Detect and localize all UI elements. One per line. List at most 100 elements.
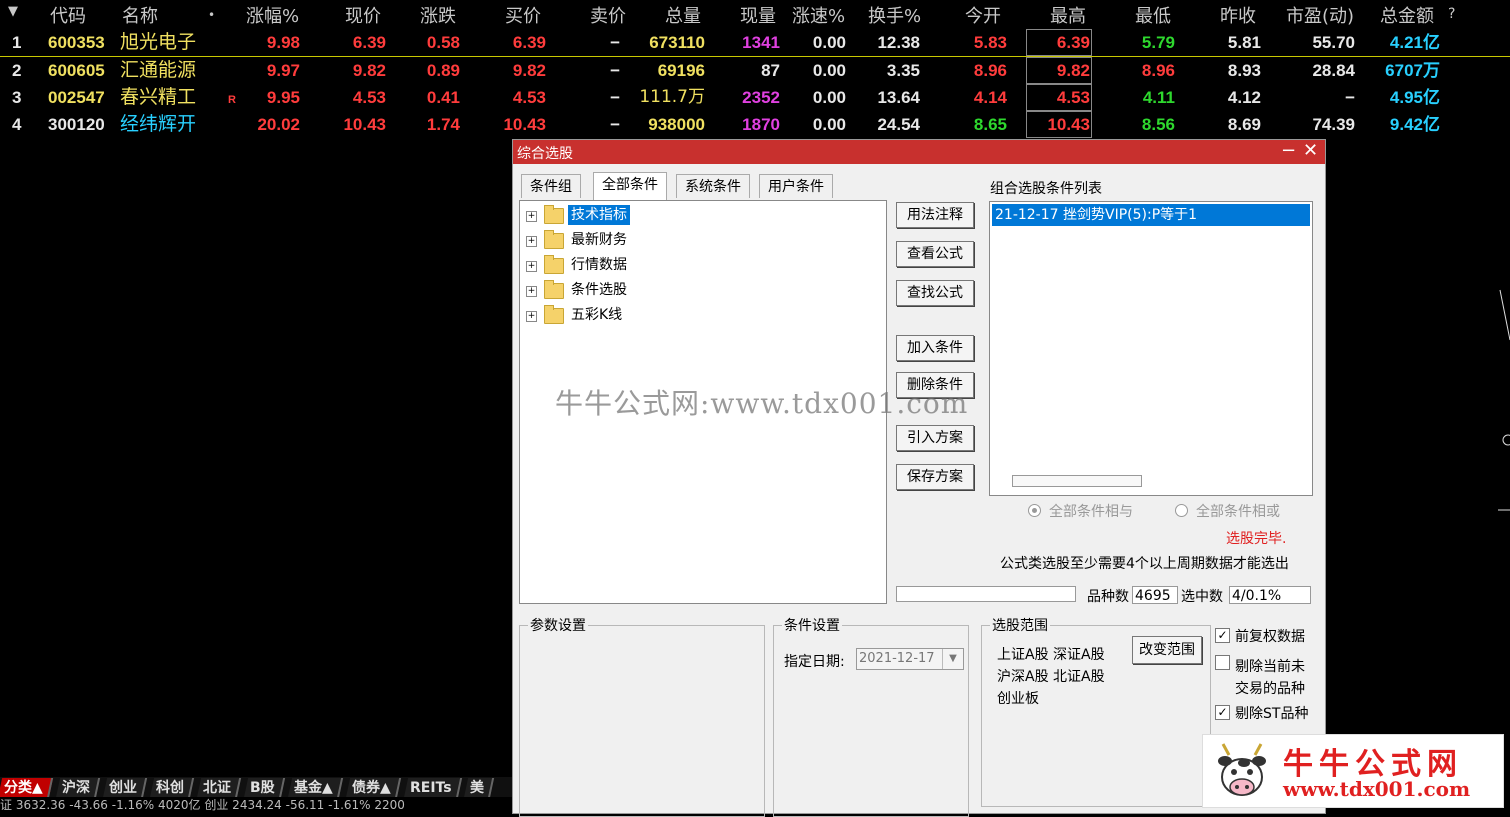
change-range-button[interactable]: 改变范围	[1132, 636, 1202, 664]
save-plan-button[interactable]: 保存方案	[896, 464, 974, 490]
checkbox-exclude-st[interactable]: ✓	[1215, 705, 1230, 720]
folder-icon	[544, 255, 564, 274]
range-line-3: 创业板	[997, 691, 1039, 707]
tab-user-conditions[interactable]: 用户条件	[759, 174, 833, 198]
tab-b-share[interactable]: B股	[244, 778, 286, 797]
prev-close: 8.93	[1227, 61, 1261, 80]
minimize-icon[interactable]: −	[1281, 140, 1296, 162]
condition-settings-group: 条件设置 指定日期: 2021-12-17 ▼	[773, 615, 969, 817]
header-price[interactable]: 现价	[345, 2, 381, 28]
tab-category[interactable]: 分类▲	[0, 778, 53, 797]
add-condition-button[interactable]: 加入条件	[896, 335, 974, 361]
header-name[interactable]: 名称	[122, 2, 158, 28]
tab-fund[interactable]: 基金▲	[287, 778, 343, 797]
tab-all-conditions[interactable]: 全部条件	[593, 172, 667, 200]
logo-url: www.tdx001.com	[1283, 777, 1471, 801]
tab-system-conditions[interactable]: 系统条件	[676, 174, 750, 198]
price: 4.53	[352, 88, 386, 107]
checkbox-forward-adjust[interactable]: ✓	[1215, 628, 1230, 643]
exclude-non-trading-label-2: 交易的品种	[1235, 681, 1305, 697]
radio-or[interactable]	[1175, 504, 1188, 517]
tab-condition-group[interactable]: 条件组	[521, 174, 581, 198]
close-icon[interactable]: ✕	[1303, 140, 1318, 162]
amount: 4.95亿	[1389, 88, 1440, 107]
dropdown-arrow-icon[interactable]: ▼	[942, 649, 963, 669]
tab-shanghai-shenzhen[interactable]: 沪深	[55, 778, 101, 797]
tab-reits[interactable]: REITs	[403, 778, 462, 797]
usage-notes-button[interactable]: 用法注释	[896, 202, 974, 228]
current-volume: 87	[761, 61, 780, 80]
watermark-text: 牛牛公式网:www.tdx001.com	[555, 387, 969, 420]
expand-icon[interactable]: +	[526, 236, 537, 247]
price: 10.43	[343, 115, 386, 134]
radio-or-label: 全部条件相或	[1196, 504, 1280, 520]
site-logo: 牛牛公式网 www.tdx001.com	[1202, 734, 1504, 808]
sort-arrow-icon[interactable]: ▼	[8, 4, 18, 30]
table-row[interactable]: 1 600353 旭光电子 9.98 6.39 0.58 6.39 − 6731…	[0, 29, 1510, 57]
find-formula-button[interactable]: 查找公式	[896, 280, 974, 306]
header-open[interactable]: 今开	[965, 2, 1001, 28]
count-label: 品种数	[1087, 589, 1129, 605]
range-group: 选股范围 上证A股 深证A股 沪深A股 北证A股 创业板 改变范围	[981, 615, 1211, 807]
progress-bar	[896, 586, 1076, 602]
range-line-1: 上证A股 深证A股	[997, 647, 1105, 663]
low: 4.11	[1142, 88, 1175, 107]
header-pct[interactable]: 涨幅%	[246, 2, 299, 28]
header-bid[interactable]: 买价	[505, 2, 541, 28]
header-ask[interactable]: 卖价	[590, 2, 626, 28]
category-tab-bar: 分类▲ 沪深 创业 科创 北证 B股 基金▲ 债券▲ REITs 美	[0, 777, 515, 797]
tab-us[interactable]: 美	[464, 778, 495, 797]
low: 8.56	[1141, 115, 1175, 134]
header-amount[interactable]: 总金额	[1380, 2, 1434, 28]
list-item[interactable]: 21-12-17 挫剑势VIP(5):P等于1	[992, 204, 1310, 226]
stock-name: 旭光电子	[120, 31, 197, 53]
tab-bond[interactable]: 债券▲	[345, 778, 401, 797]
expand-icon[interactable]: +	[526, 286, 537, 297]
table-row[interactable]: 2 600605 汇通能源 9.97 9.82 0.89 9.82 − 6919…	[0, 57, 1510, 84]
row-index: 1	[12, 33, 22, 52]
table-row[interactable]: 3 002547 春兴精工 R 9.95 4.53 0.41 4.53 − 11…	[0, 84, 1510, 111]
amount: 9.42亿	[1389, 115, 1440, 134]
volume: 673110	[649, 33, 705, 52]
prev-close: 4.12	[1227, 88, 1261, 107]
speed: 0.00	[812, 61, 846, 80]
view-formula-button[interactable]: 查看公式	[896, 241, 974, 267]
expand-icon[interactable]: +	[526, 311, 537, 322]
pe-ratio: 28.84	[1312, 61, 1355, 80]
header-low[interactable]: 最低	[1135, 2, 1171, 28]
partial-chart-edge	[1498, 289, 1510, 511]
speed: 0.00	[812, 33, 846, 52]
header-prev-close[interactable]: 昨收	[1220, 2, 1256, 28]
ask: −	[610, 88, 620, 107]
bid: 4.53	[512, 88, 546, 107]
date-picker[interactable]: 2021-12-17 ▼	[856, 648, 964, 670]
header-volume[interactable]: 总量	[665, 2, 701, 28]
table-row[interactable]: 4 300120 经纬辉开 20.02 10.43 1.74 10.43 − 9…	[0, 111, 1510, 138]
header-code[interactable]: 代码	[50, 2, 86, 28]
checkbox-exclude-non-trading[interactable]	[1215, 655, 1230, 670]
tab-star-market[interactable]: 科创	[149, 778, 195, 797]
condition-list[interactable]: 21-12-17 挫剑势VIP(5):P等于1	[989, 201, 1313, 496]
tab-chinext[interactable]: 创业	[102, 778, 148, 797]
dialog-titlebar[interactable]: 综合选股 − ✕	[513, 140, 1325, 164]
expand-icon[interactable]: +	[526, 211, 537, 222]
import-plan-button[interactable]: 引入方案	[896, 425, 974, 451]
header-change[interactable]: 涨跌	[420, 2, 456, 28]
tree-node-label: 条件选股	[571, 282, 627, 298]
header-cur-vol[interactable]: 现量	[740, 2, 776, 28]
header-pe[interactable]: 市盈(动)	[1286, 2, 1354, 28]
speed: 0.00	[812, 88, 846, 107]
header-turnover[interactable]: 换手%	[868, 2, 921, 28]
stock-grid: ▼ 代码 名称 • 涨幅% 现价 涨跌 买价 卖价 总量 现量 涨速% 换手% …	[0, 0, 1510, 140]
expand-icon[interactable]: +	[526, 261, 537, 272]
header-speed[interactable]: 涨速%	[792, 2, 845, 28]
amount: 6707万	[1385, 61, 1440, 80]
header-high[interactable]: 最高	[1050, 2, 1086, 28]
horizontal-scrollbar[interactable]	[1012, 475, 1142, 487]
radio-and[interactable]	[1028, 504, 1041, 517]
cow-mascot-icon	[1218, 743, 1266, 796]
formula-note: 公式类选股至少需要4个以上周期数据才能选出	[1000, 556, 1289, 572]
tab-beijing[interactable]: 北证	[197, 778, 242, 797]
change: 1.74	[426, 115, 460, 134]
ask: −	[610, 61, 620, 80]
